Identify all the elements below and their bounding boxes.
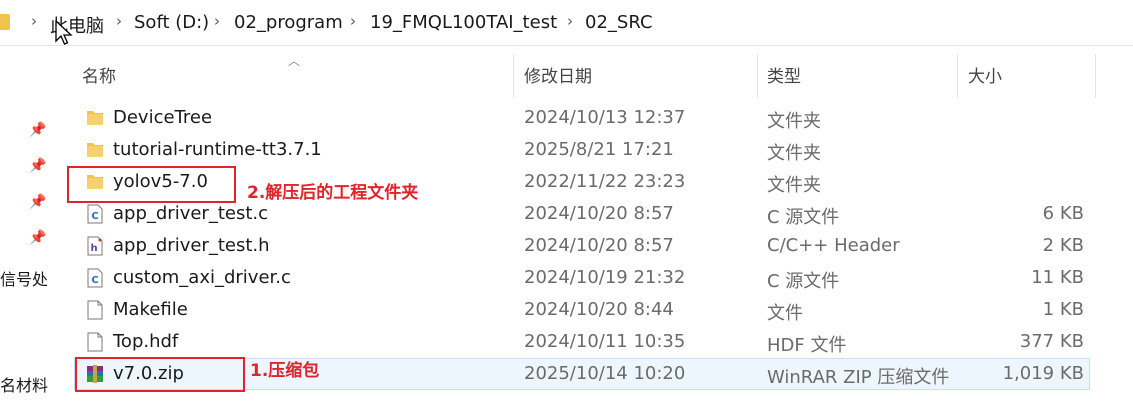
chevron-right-icon: › xyxy=(350,12,356,30)
svg-text:C: C xyxy=(91,211,98,222)
file-type: C 源文件 xyxy=(767,271,840,292)
column-header-type[interactable]: 类型 xyxy=(767,62,801,87)
file-row[interactable]: tutorial-runtime-tt3.7.1 2025/8/21 17:21… xyxy=(0,134,1133,166)
blank-file-icon xyxy=(87,332,103,352)
folder-icon xyxy=(87,111,103,125)
file-date: 2025/8/21 17:21 xyxy=(524,139,674,160)
chevron-right-icon: › xyxy=(214,12,220,30)
file-size: 6 KB xyxy=(1042,203,1084,224)
file-name: app_driver_test.c xyxy=(113,203,269,224)
file-row[interactable]: Top.hdf 2024/10/11 10:35 HDF 文件 377 KB xyxy=(0,326,1133,358)
file-row[interactable]: Makefile 2024/10/20 8:44 文件 1 KB xyxy=(0,294,1133,326)
file-date: 2024/10/11 10:35 xyxy=(524,331,686,352)
file-date: 2022/11/22 23:23 xyxy=(524,171,686,192)
file-type: 文件 xyxy=(767,303,803,324)
file-size: 2 KB xyxy=(1042,235,1084,256)
column-header-row: 名称 修改日期 类型 大小 xyxy=(60,46,1133,98)
file-name: app_driver_test.h xyxy=(113,235,270,256)
column-divider[interactable] xyxy=(757,54,758,98)
column-header-size[interactable]: 大小 xyxy=(968,62,1002,87)
address-bar[interactable]: › 此电脑 › Soft (D:) › 02_program › 19_FMQL… xyxy=(0,0,1133,46)
annotation-label-folder: 2.解压后的工程文件夹 xyxy=(247,183,419,203)
column-header-name[interactable]: 名称 xyxy=(82,62,116,87)
breadcrumb-item-drive[interactable]: Soft (D:) xyxy=(134,12,209,33)
c-source-file-icon: C xyxy=(87,204,103,224)
file-size: 1 KB xyxy=(1042,299,1084,320)
breadcrumb-item-src[interactable]: 02_SRC xyxy=(585,12,653,33)
annotation-label-zip: 1.压缩包 xyxy=(250,361,320,381)
file-size: 11 KB xyxy=(1031,267,1084,288)
svg-text:C: C xyxy=(91,275,98,286)
annotation-box-zip xyxy=(75,357,245,392)
file-name: Makefile xyxy=(113,299,188,320)
file-name: custom_axi_driver.c xyxy=(113,267,291,288)
file-type: 文件夹 xyxy=(767,175,821,196)
file-date: 2024/10/20 8:44 xyxy=(524,299,674,320)
file-type: C/C++ Header xyxy=(767,235,900,256)
chevron-right-icon: › xyxy=(567,12,573,30)
file-row[interactable]: h app_driver_test.h 2024/10/20 8:57 C/C+… xyxy=(0,230,1133,262)
file-row[interactable]: DeviceTree 2024/10/13 12:37 文件夹 xyxy=(0,102,1133,134)
column-divider[interactable] xyxy=(513,54,514,98)
file-size: 1,019 KB xyxy=(1002,363,1084,384)
file-date: 2024/10/20 8:57 xyxy=(524,203,674,224)
c-source-file-icon: C xyxy=(87,268,103,288)
file-date: 2024/10/13 12:37 xyxy=(524,107,686,128)
file-type: 文件夹 xyxy=(767,143,821,164)
folder-icon xyxy=(87,143,103,157)
folder-icon xyxy=(0,14,10,30)
file-name: tutorial-runtime-tt3.7.1 xyxy=(113,139,322,160)
breadcrumb-item-program[interactable]: 02_program xyxy=(234,12,343,33)
column-header-date[interactable]: 修改日期 xyxy=(524,62,592,87)
annotation-box-folder xyxy=(67,166,236,203)
file-date: 2025/10/14 10:20 xyxy=(524,363,686,384)
chevron-right-icon: › xyxy=(31,12,37,30)
file-type: C 源文件 xyxy=(767,207,840,228)
column-divider[interactable] xyxy=(957,54,958,98)
blank-file-icon xyxy=(87,300,103,320)
file-size: 377 KB xyxy=(1019,331,1084,352)
file-type: HDF 文件 xyxy=(767,335,847,356)
svg-text:h: h xyxy=(90,243,97,254)
file-date: 2024/10/19 21:32 xyxy=(524,267,686,288)
column-divider[interactable] xyxy=(1095,54,1096,98)
file-date: 2024/10/20 8:57 xyxy=(524,235,674,256)
file-type: 文件夹 xyxy=(767,111,821,132)
mouse-cursor-icon xyxy=(55,20,73,45)
file-name: DeviceTree xyxy=(113,107,213,128)
breadcrumb-item-test[interactable]: 19_FMQL100TAI_test xyxy=(370,12,557,33)
chevron-right-icon: › xyxy=(116,12,122,30)
file-row[interactable]: C custom_axi_driver.c 2024/10/19 21:32 C… xyxy=(0,262,1133,294)
header-file-icon: h xyxy=(87,236,103,256)
sort-ascending-icon: ︿ xyxy=(288,54,301,68)
file-name: Top.hdf xyxy=(113,331,179,352)
